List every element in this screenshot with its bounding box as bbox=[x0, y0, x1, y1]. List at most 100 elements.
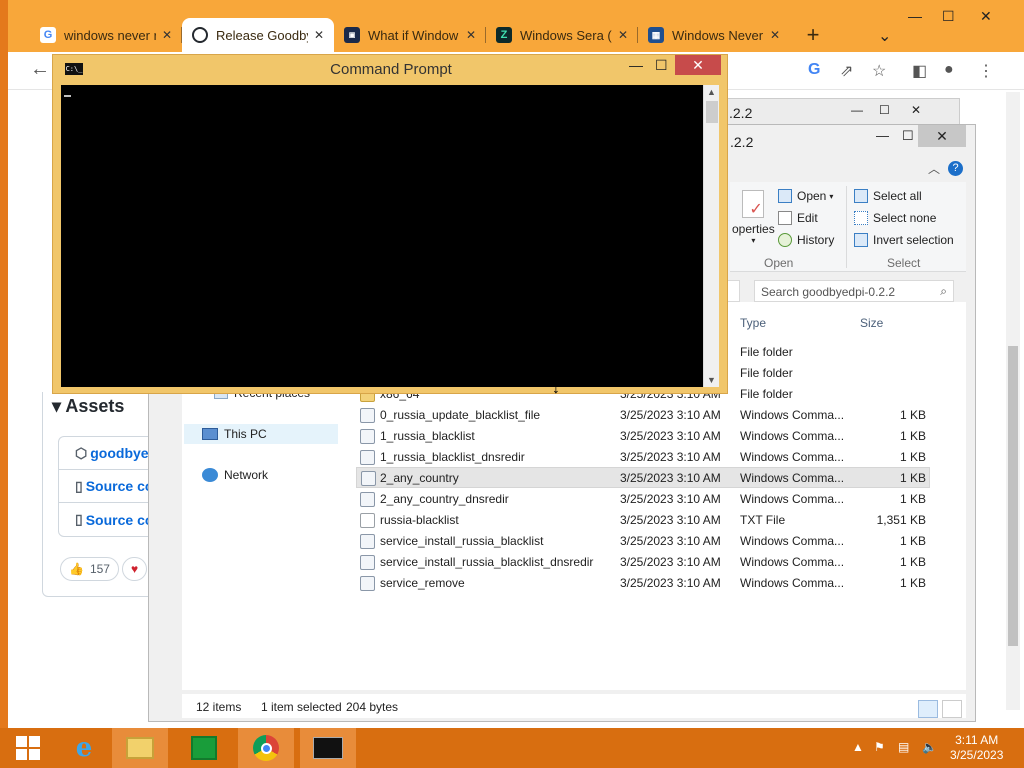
select-all-icon bbox=[854, 189, 868, 203]
close-tab-icon[interactable]: ✕ bbox=[770, 28, 780, 42]
column-size[interactable]: Size bbox=[860, 316, 883, 330]
store-button[interactable] bbox=[176, 728, 232, 768]
tab-windows-never-2[interactable]: ▦ Windows Never ✕ bbox=[638, 18, 790, 52]
status-bytes: 204 bytes bbox=[346, 700, 399, 714]
open-button[interactable]: Open ▾ bbox=[778, 189, 833, 203]
close-tab-icon[interactable]: ✕ bbox=[466, 28, 476, 42]
help-icon[interactable]: ? bbox=[948, 161, 963, 176]
file-row-selected[interactable]: 2_any_country 3/25/2023 3:10 AM Windows … bbox=[356, 467, 930, 488]
network-tray-icon[interactable]: ▤ bbox=[898, 740, 909, 754]
side-panel-icon[interactable]: ◧ bbox=[912, 61, 927, 81]
page-scrollbar[interactable] bbox=[1006, 92, 1020, 710]
close-button[interactable]: ✕ bbox=[980, 8, 992, 25]
status-selected: 1 item selected bbox=[261, 700, 342, 714]
tab-windows-never[interactable]: G windows never r ✕ bbox=[30, 18, 182, 52]
maximize-button[interactable]: ☐ bbox=[655, 57, 668, 74]
history-button[interactable]: History bbox=[778, 233, 834, 247]
scroll-down-icon[interactable]: ▼ bbox=[707, 375, 716, 385]
maximize-button[interactable]: ☐ bbox=[902, 128, 914, 144]
file-row[interactable]: 1_russia_blacklist 3/25/2023 3:10 AM Win… bbox=[356, 426, 930, 447]
column-type[interactable]: Type bbox=[740, 316, 766, 330]
volume-muted-icon[interactable]: 🔈 bbox=[922, 740, 937, 754]
reaction-heart[interactable]: ♥ bbox=[122, 557, 148, 581]
minimize-button[interactable]: — bbox=[908, 8, 922, 24]
maximize-button[interactable]: ☐ bbox=[879, 103, 890, 117]
asset-item[interactable]: ▯ Source co bbox=[59, 503, 153, 536]
invert-selection-button[interactable]: Invert selection bbox=[854, 233, 954, 247]
cmd-title: Command Prompt bbox=[330, 61, 452, 78]
tab-windows-sera[interactable]: Z Windows Sera ( ✕ bbox=[486, 18, 638, 52]
search-input[interactable]: Search goodbyedpi-0.2.2 ⌕ bbox=[754, 280, 954, 302]
explorer-window-back[interactable]: .2.2 — ☐ ✕ bbox=[700, 98, 960, 126]
close-button[interactable]: ✕ bbox=[911, 103, 921, 117]
asset-item[interactable]: ⬡ goodbye bbox=[59, 437, 153, 470]
console-area[interactable] bbox=[61, 85, 703, 387]
file-row[interactable]: russia-blacklist 3/25/2023 3:10 AM TXT F… bbox=[356, 510, 930, 531]
ribbon-collapse-icon[interactable]: ︿ bbox=[928, 160, 940, 177]
video-icon: ▣ bbox=[344, 27, 360, 43]
reaction-thumbs-up[interactable]: 👍 157 bbox=[60, 557, 119, 581]
details-view-button[interactable] bbox=[918, 700, 938, 718]
batch-file-icon bbox=[360, 492, 375, 507]
batch-file-icon bbox=[360, 450, 375, 465]
close-tab-icon[interactable]: ✕ bbox=[162, 28, 172, 42]
tab-search-icon[interactable]: ⌄ bbox=[878, 26, 891, 46]
show-hidden-icons-icon[interactable]: ▲ bbox=[852, 740, 864, 754]
assets-heading[interactable]: ▾ Assets bbox=[52, 396, 124, 417]
menu-icon[interactable]: ⋮ bbox=[978, 61, 994, 81]
close-button[interactable]: ✕ bbox=[918, 125, 966, 147]
history-icon bbox=[778, 233, 792, 247]
internet-explorer-button[interactable]: e bbox=[56, 728, 112, 768]
status-item-count: 12 items bbox=[196, 700, 242, 714]
computer-icon bbox=[202, 428, 218, 440]
google-lens-icon[interactable]: G bbox=[808, 61, 820, 79]
chrome-button[interactable] bbox=[238, 728, 294, 768]
tab-release-goodbyedpi[interactable]: Release Goodby ✕ bbox=[182, 18, 334, 52]
minimize-button[interactable]: — bbox=[851, 103, 863, 117]
start-button[interactable] bbox=[0, 728, 56, 768]
close-tab-icon[interactable]: ✕ bbox=[314, 28, 324, 42]
file-row[interactable]: service_install_russia_blacklist 3/25/20… bbox=[356, 531, 930, 552]
cmd-scrollbar[interactable]: ▲ ▼ bbox=[703, 85, 719, 387]
action-center-flag-icon[interactable]: ⚑ bbox=[874, 740, 885, 754]
file-explorer-icon bbox=[126, 737, 154, 759]
taskbar-clock[interactable]: 3:11 AM 3/25/2023 bbox=[950, 733, 1003, 763]
share-icon[interactable]: ⇗ bbox=[840, 61, 853, 81]
minimize-button[interactable]: — bbox=[876, 128, 889, 143]
new-tab-button[interactable]: + bbox=[796, 18, 830, 52]
scroll-up-icon[interactable]: ▲ bbox=[707, 87, 716, 97]
nav-this-pc[interactable]: This PC bbox=[184, 424, 338, 444]
profile-avatar-icon[interactable]: ● bbox=[944, 61, 954, 79]
file-row[interactable]: service_remove 3/25/2023 3:10 AM Windows… bbox=[356, 573, 930, 594]
select-none-button[interactable]: Select none bbox=[854, 211, 936, 225]
tab-what-if-windows[interactable]: ▣ What if Window ✕ bbox=[334, 18, 486, 52]
search-icon[interactable]: ⌕ bbox=[940, 284, 947, 299]
select-all-button[interactable]: Select all bbox=[854, 189, 922, 203]
asset-item[interactable]: ▯ Source co bbox=[59, 470, 153, 503]
file-explorer-button[interactable] bbox=[112, 728, 168, 768]
edit-button[interactable]: Edit bbox=[778, 211, 818, 225]
back-icon[interactable]: ← bbox=[30, 58, 50, 81]
minimize-button[interactable]: — bbox=[629, 57, 643, 73]
batch-file-icon bbox=[360, 576, 375, 591]
bookmark-star-icon[interactable]: ☆ bbox=[872, 61, 886, 81]
cmd-scrollbar-thumb[interactable] bbox=[706, 101, 718, 123]
large-icons-view-button[interactable] bbox=[942, 700, 962, 718]
nav-network[interactable]: Network bbox=[202, 468, 268, 482]
cmd-window[interactable]: C:\_ Command Prompt — ☐ ✕ ▲ ▼ bbox=[52, 54, 728, 394]
properties-button[interactable]: ✓ operties ▾ bbox=[732, 190, 775, 245]
close-tab-icon[interactable]: ✕ bbox=[618, 28, 628, 42]
close-button[interactable]: ✕ bbox=[675, 55, 721, 75]
windows-logo-icon bbox=[16, 736, 40, 760]
file-row[interactable]: 2_any_country_dnsredir 3/25/2023 3:10 AM… bbox=[356, 489, 930, 510]
chrome-icon bbox=[253, 735, 279, 761]
page-scrollbar-thumb[interactable] bbox=[1008, 346, 1018, 646]
maximize-button[interactable]: ☐ bbox=[942, 8, 955, 25]
file-row[interactable]: 1_russia_blacklist_dnsredir 3/25/2023 3:… bbox=[356, 447, 930, 468]
select-none-icon bbox=[854, 211, 868, 225]
cmd-taskbar-button[interactable] bbox=[300, 728, 356, 768]
address-bar-dropdown[interactable] bbox=[726, 280, 740, 302]
file-row[interactable]: 0_russia_update_blacklist_file 3/25/2023… bbox=[356, 405, 930, 426]
file-row[interactable]: service_install_russia_blacklist_dnsredi… bbox=[356, 552, 930, 573]
network-icon bbox=[202, 468, 218, 482]
